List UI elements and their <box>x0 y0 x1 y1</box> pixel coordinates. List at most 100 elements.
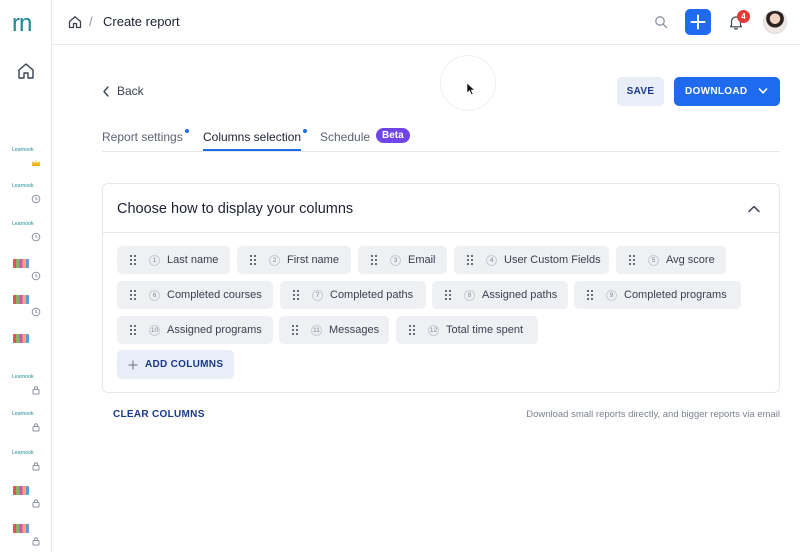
column-order-number: 4 <box>486 254 497 266</box>
rail-course-item[interactable] <box>10 332 44 358</box>
column-label: Email <box>408 254 436 266</box>
tab-report-settings[interactable]: Report settings <box>102 129 189 144</box>
back-link[interactable]: Back <box>102 84 144 98</box>
clock-icon <box>31 271 41 281</box>
download-button[interactable]: DOWNLOAD <box>674 77 780 106</box>
drag-handle-icon[interactable] <box>129 324 137 336</box>
chevron-up-icon[interactable] <box>747 202 761 216</box>
user-avatar[interactable] <box>763 10 787 34</box>
column-order-number: 6 <box>149 289 160 301</box>
card-header[interactable]: Choose how to display your columns <box>103 184 779 233</box>
course-thumbnail-image <box>13 524 29 533</box>
drag-handle-icon[interactable] <box>129 254 137 266</box>
column-chip[interactable]: 11 Messages <box>279 316 389 344</box>
rail-course-item[interactable] <box>10 257 44 283</box>
column-label: First name <box>287 254 339 266</box>
column-label: Completed programs <box>624 289 727 301</box>
course-thumbnail-image <box>13 259 29 268</box>
plus-icon <box>128 360 138 369</box>
clock-icon <box>31 194 41 204</box>
drag-handle-icon[interactable] <box>129 289 137 301</box>
column-label: User Custom Fields <box>504 254 601 266</box>
drag-handle-icon[interactable] <box>408 324 416 336</box>
breadcrumb-home-icon[interactable] <box>68 15 82 29</box>
drag-handle-icon[interactable] <box>628 254 636 266</box>
rail-course-item[interactable] <box>10 522 44 548</box>
column-order-number: 11 <box>311 324 322 336</box>
column-order-number: 1 <box>149 254 160 266</box>
clock-icon <box>31 307 41 317</box>
create-button[interactable] <box>685 9 711 35</box>
report-tabs: Report settings Columns selection Schedu… <box>102 128 780 152</box>
rail-course-item[interactable]: Learnook <box>10 447 44 473</box>
column-label: Completed courses <box>167 289 262 301</box>
download-label: DOWNLOAD <box>685 86 748 97</box>
column-label: Avg score <box>666 254 715 266</box>
drag-handle-icon[interactable] <box>370 254 378 266</box>
tab-label: Schedule <box>320 130 371 144</box>
tab-schedule[interactable]: Schedule <box>320 130 370 144</box>
clear-columns-button[interactable]: CLEAR COLUMNS <box>113 409 205 420</box>
page-title: Create report <box>103 14 180 29</box>
drag-handle-icon[interactable] <box>292 289 300 301</box>
beta-badge: Beta <box>376 128 410 143</box>
active-tab-indicator <box>203 149 301 151</box>
plus-icon <box>690 14 706 30</box>
column-order-number: 10 <box>149 324 160 336</box>
rail-course-item[interactable] <box>10 484 44 510</box>
column-chip[interactable]: 10 Assigned programs <box>117 316 273 344</box>
drag-handle-icon[interactable] <box>586 289 594 301</box>
column-chip[interactable]: 4 User Custom Fields <box>454 246 609 274</box>
course-thumbnail-image <box>13 295 29 304</box>
left-rail: rn Learnook Learnook Learnook Learnook Learn… <box>0 0 52 552</box>
course-thumbnail-label: Learnook <box>12 147 34 153</box>
breadcrumb-separator: / <box>89 14 93 29</box>
clock-icon <box>31 232 41 242</box>
brand-logo[interactable]: rn <box>12 10 32 38</box>
column-order-number: 8 <box>464 289 475 301</box>
add-columns-button[interactable]: ADD COLUMNS <box>117 350 234 379</box>
drag-handle-icon[interactable] <box>249 254 257 266</box>
tab-columns-selection[interactable]: Columns selection <box>203 129 308 144</box>
column-chip[interactable]: 2 First name <box>237 246 351 274</box>
column-label: Total time spent <box>446 324 524 336</box>
column-chip[interactable]: 1 Last name <box>117 246 230 274</box>
column-label: Completed paths <box>330 289 414 301</box>
column-label: Messages <box>329 324 380 336</box>
column-chip[interactable]: 6 Completed courses <box>117 281 273 309</box>
course-thumbnail-label: Learnook <box>12 183 34 189</box>
rail-course-item[interactable] <box>10 293 44 319</box>
course-thumbnail-label: Learnook <box>12 221 34 227</box>
lock-icon <box>32 423 40 432</box>
lock-icon <box>32 386 40 395</box>
add-columns-label: ADD COLUMNS <box>145 359 224 370</box>
rail-course-item[interactable]: Learnook <box>10 408 44 434</box>
column-label: Last name <box>167 254 219 266</box>
rail-course-item[interactable]: Learnook <box>10 180 44 206</box>
column-chip[interactable]: 8 Assigned paths <box>432 281 568 309</box>
drag-handle-icon[interactable] <box>466 254 474 266</box>
unsaved-dot <box>184 129 189 133</box>
drag-handle-icon[interactable] <box>444 289 452 301</box>
course-thumbnail-image <box>13 486 29 495</box>
rail-course-item[interactable]: Learnook <box>10 218 44 244</box>
search-icon[interactable] <box>654 15 668 29</box>
column-chip[interactable]: 12 Total time spent <box>396 316 538 344</box>
rail-course-item[interactable]: Learnook <box>10 371 44 397</box>
crown-icon <box>32 160 40 166</box>
column-chip[interactable]: 9 Completed programs <box>574 281 741 309</box>
home-icon[interactable] <box>17 62 35 80</box>
column-chip[interactable]: 7 Completed paths <box>280 281 426 309</box>
column-label: Assigned paths <box>482 289 558 301</box>
rail-course-item[interactable]: Learnook <box>10 144 44 170</box>
mouse-cursor-icon <box>466 82 476 95</box>
tab-label: Report settings <box>102 130 183 144</box>
column-order-number: 2 <box>269 254 280 266</box>
column-chip[interactable]: 5 Avg score <box>616 246 726 274</box>
column-order-number: 12 <box>428 324 439 336</box>
course-thumbnail-label: Learnook <box>12 374 34 380</box>
drag-handle-icon[interactable] <box>291 324 299 336</box>
column-chip[interactable]: 3 Email <box>358 246 447 274</box>
save-button[interactable]: SAVE <box>617 77 664 106</box>
card-title: Choose how to display your columns <box>117 201 354 217</box>
